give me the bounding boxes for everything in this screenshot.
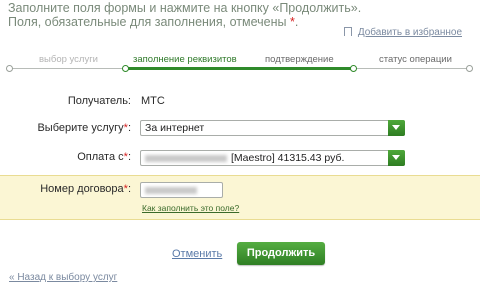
cancel-link[interactable]: Отменить bbox=[172, 248, 222, 260]
chevron-down-icon[interactable] bbox=[388, 120, 405, 136]
continue-button[interactable]: Продолжить bbox=[237, 242, 325, 265]
progress-dot bbox=[122, 64, 129, 72]
service-select-value: За интернет bbox=[145, 122, 205, 134]
contract-number-label: Номер договора*: bbox=[40, 183, 131, 195]
step-confirmation: подтверждение bbox=[265, 54, 334, 65]
contract-number-input[interactable] bbox=[140, 182, 223, 198]
step-fill-details: заполнение реквизитов bbox=[133, 54, 237, 65]
recipient-label: Получатель: bbox=[67, 95, 131, 107]
chevron-down-icon[interactable] bbox=[388, 150, 405, 166]
step-service-selection: выбор услуги bbox=[39, 54, 98, 65]
recipient-value: МТС bbox=[141, 95, 165, 107]
back-to-services-link[interactable]: « Назад к выбору услуг bbox=[9, 272, 117, 283]
progress-dot bbox=[6, 64, 13, 72]
masked-contract-number bbox=[145, 187, 197, 194]
bookmark-icon bbox=[343, 27, 352, 36]
payment-source-label: Оплата с*: bbox=[77, 151, 131, 163]
field-help-link[interactable]: Как заполнить это поле? bbox=[142, 203, 239, 213]
progress-dot bbox=[350, 64, 357, 72]
progress-dot bbox=[466, 64, 473, 72]
step-operation-status: статус операции bbox=[379, 54, 452, 65]
contract-field-highlight bbox=[0, 175, 480, 220]
payment-source-value: [Maestro] 41315.43 руб. bbox=[145, 152, 344, 164]
service-select[interactable]: За интернет bbox=[140, 120, 405, 136]
service-label: Выберите услугу*: bbox=[37, 122, 131, 134]
masked-card-name bbox=[145, 154, 227, 162]
payment-source-select[interactable]: [Maestro] 41315.43 руб. bbox=[140, 150, 405, 166]
form-instructions: Заполните поля формы и нажмите на кнопку… bbox=[8, 1, 362, 15]
add-to-favorites-link[interactable]: Добавить в избранное bbox=[343, 27, 462, 38]
progress-track-active bbox=[124, 67, 355, 70]
required-fields-note: Поля, обязательные для заполнения, отмеч… bbox=[8, 15, 299, 29]
